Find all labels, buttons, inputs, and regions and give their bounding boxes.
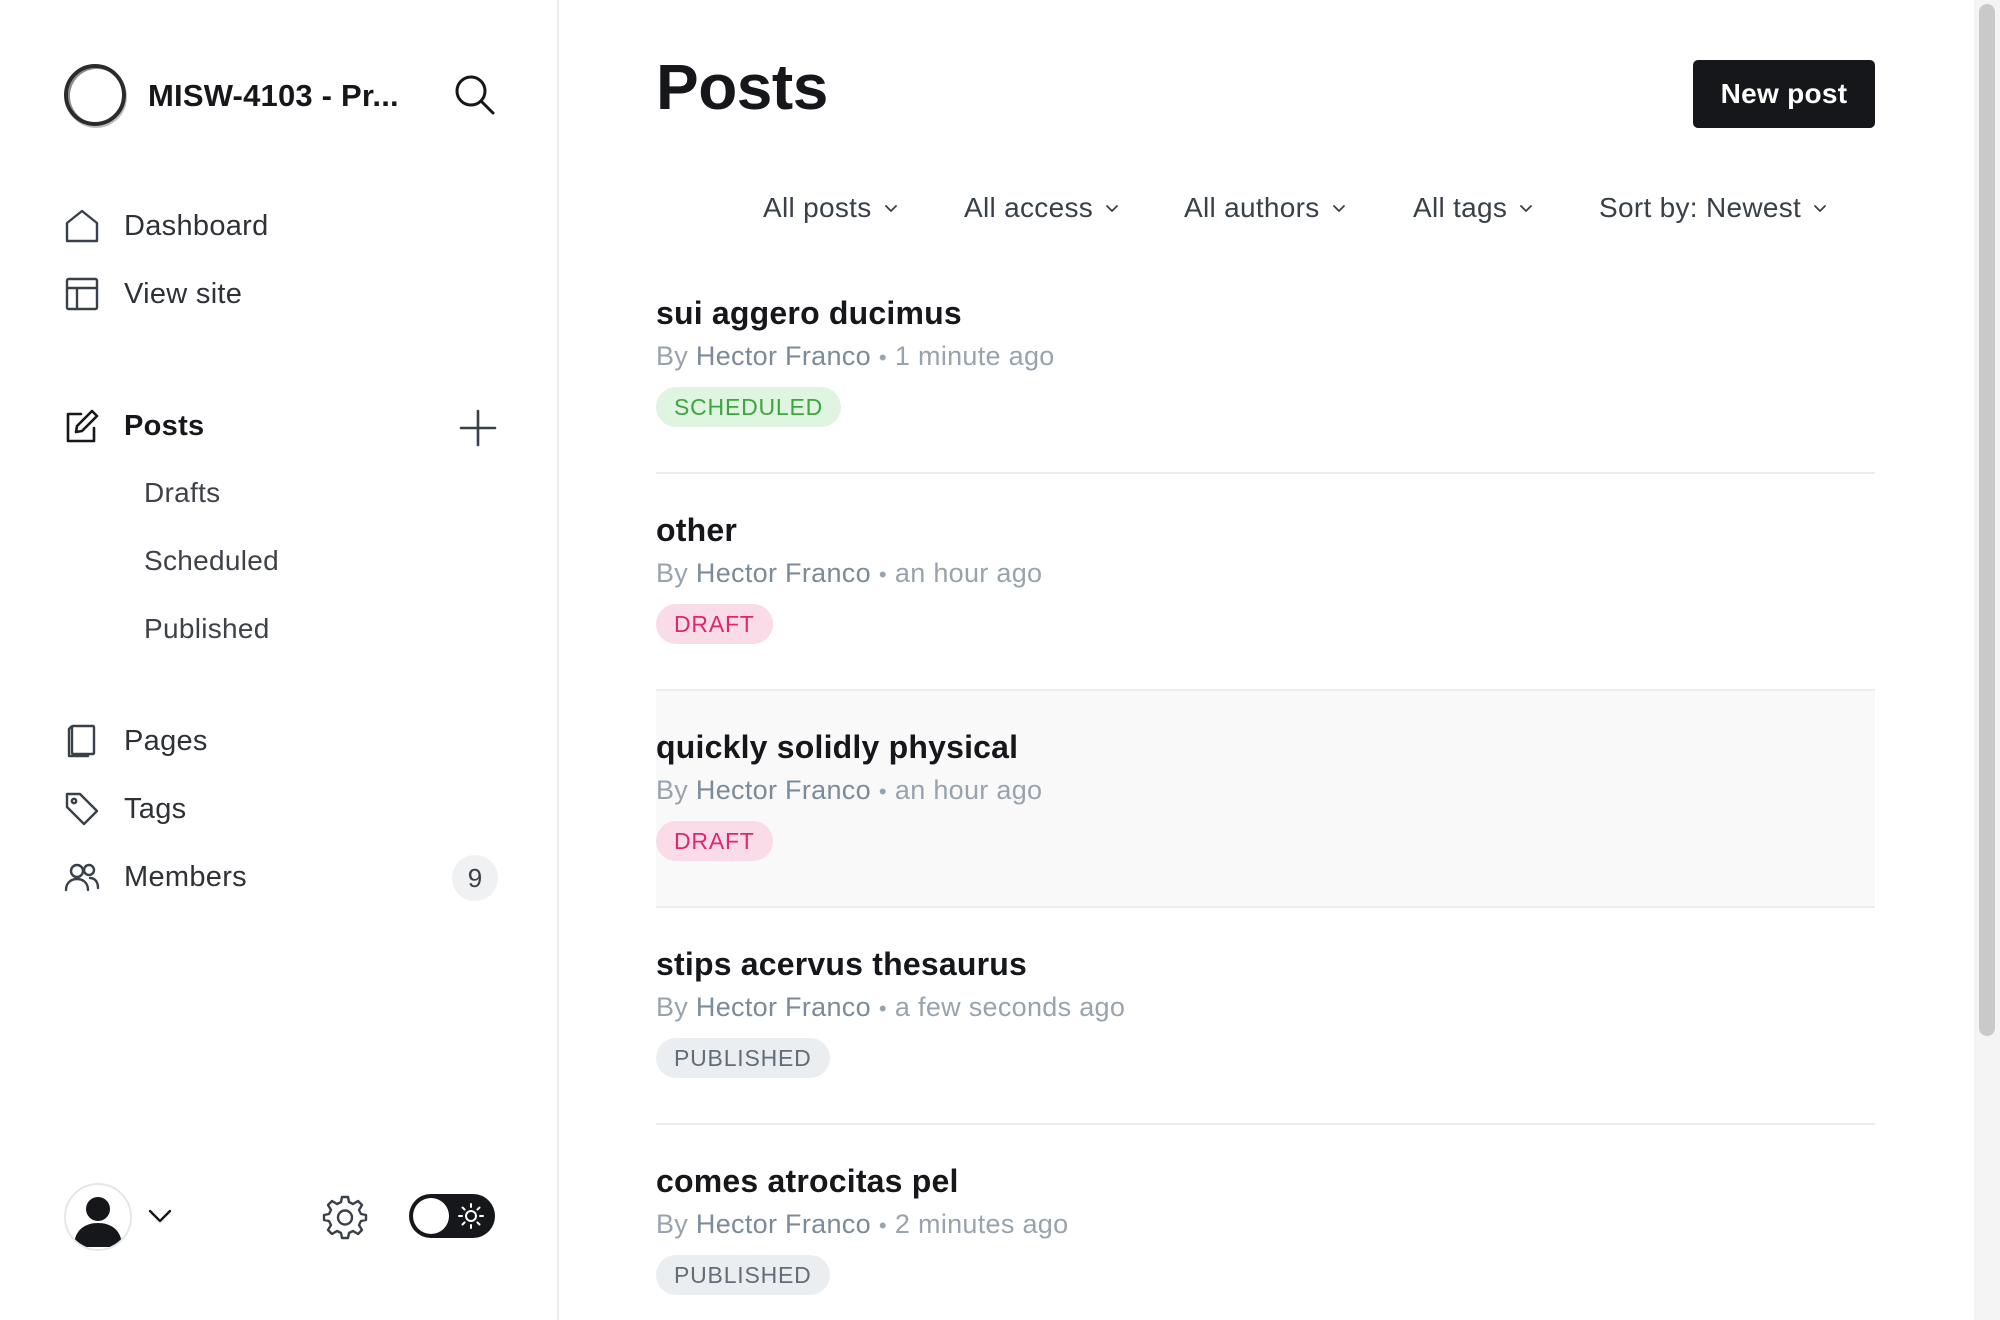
home-icon [64, 206, 124, 246]
post-time: 1 minute ago [894, 341, 1055, 371]
status-badge: PUBLISHED [656, 1255, 830, 1295]
edit-icon [64, 406, 124, 446]
post-by-label: By [656, 992, 689, 1022]
post-time: an hour ago [894, 775, 1043, 805]
meta-separator-dot: • [878, 1213, 887, 1238]
post-meta: By Hector Franco • an hour ago [656, 558, 1042, 589]
filter-access-dropdown[interactable]: All access [964, 188, 1121, 228]
sidebar-subitem-published[interactable]: Published [144, 605, 270, 653]
nav-item-tags[interactable]: Tags [64, 781, 504, 837]
post-meta: By Hector Franco • an hour ago [656, 775, 1042, 806]
user-avatar[interactable] [64, 1183, 132, 1251]
nav-label-members: Members [124, 860, 247, 893]
main-content: Posts New post All posts All access All … [561, 0, 1974, 1320]
layout-icon [64, 274, 124, 314]
theme-toggle[interactable] [409, 1194, 495, 1238]
new-post-button[interactable]: New post [1693, 60, 1875, 128]
post-author: Hector Franco [695, 992, 871, 1022]
chevron-down-icon [1332, 205, 1345, 212]
post-time: an hour ago [894, 558, 1043, 588]
post-list-item[interactable]: other By Hector Franco • an hour ago DRAFT [656, 474, 1875, 691]
page-title: Posts [656, 51, 828, 123]
chevron-down-icon [884, 205, 897, 212]
filter-authors-dropdown[interactable]: All authors [1184, 188, 1348, 228]
status-badge: SCHEDULED [656, 387, 842, 427]
sort-order-label: Sort by: Newest [1599, 192, 1802, 223]
site-brand: MISW-4103 - Pr... [64, 64, 504, 126]
filter-access-label: All access [964, 192, 1094, 223]
sidebar-subitem-drafts[interactable]: Drafts [144, 469, 220, 517]
nav-label-view-site: View site [124, 277, 243, 310]
post-by-label: By [656, 1209, 689, 1239]
chevron-down-icon [1814, 205, 1827, 212]
post-title[interactable]: comes atrocitas pel [656, 1163, 959, 1200]
search-icon[interactable] [452, 72, 498, 118]
theme-toggle-knob [413, 1198, 449, 1234]
filter-tags-label: All tags [1413, 192, 1508, 223]
add-post-icon[interactable] [458, 408, 498, 448]
chevron-down-icon[interactable] [146, 1202, 174, 1230]
status-badge: DRAFT [656, 604, 773, 644]
post-by-label: By [656, 775, 689, 805]
sort-order-dropdown[interactable]: Sort by: Newest [1599, 188, 1829, 228]
ghost-admin-app: MISW-4103 - Pr... Dashboard View site Po… [0, 0, 2000, 1320]
members-count-badge: 9 [452, 855, 498, 901]
nav-item-posts[interactable]: Posts [64, 398, 504, 454]
meta-separator-dot: • [878, 562, 887, 587]
meta-separator-dot: • [878, 779, 887, 804]
filter-type-label: All posts [763, 192, 872, 223]
sun-icon [458, 1203, 484, 1229]
meta-separator-dot: • [878, 996, 887, 1021]
nav-item-view-site[interactable]: View site [64, 266, 504, 322]
filter-type-dropdown[interactable]: All posts [763, 188, 900, 228]
members-icon [64, 857, 124, 897]
post-title[interactable]: other [656, 512, 737, 549]
post-list-item[interactable]: stips acervus thesaurus By Hector Franco… [656, 908, 1875, 1125]
post-title[interactable]: quickly solidly physical [656, 729, 1018, 766]
nav-label-tags: Tags [124, 792, 187, 825]
status-badge: DRAFT [656, 821, 773, 861]
post-title[interactable]: sui aggero ducimus [656, 295, 962, 332]
filter-authors-label: All authors [1184, 192, 1320, 223]
post-title[interactable]: stips acervus thesaurus [656, 946, 1027, 983]
status-badge: PUBLISHED [656, 1038, 830, 1078]
post-list-item[interactable]: quickly solidly physical By Hector Franc… [656, 691, 1875, 908]
post-author: Hector Franco [695, 341, 871, 371]
nav-label-posts: Posts [124, 409, 205, 442]
meta-separator-dot: • [878, 345, 887, 370]
nav-item-members[interactable]: Members [64, 849, 504, 905]
sidebar-subitem-scheduled[interactable]: Scheduled [144, 537, 279, 585]
post-author: Hector Franco [695, 1209, 871, 1239]
sidebar: MISW-4103 - Pr... Dashboard View site Po… [0, 0, 559, 1320]
chevron-down-icon [1106, 205, 1118, 212]
post-time: 2 minutes ago [894, 1209, 1069, 1239]
page-icon [64, 721, 124, 761]
post-by-label: By [656, 558, 689, 588]
tag-icon [64, 789, 124, 829]
nav-item-dashboard[interactable]: Dashboard [64, 198, 504, 254]
post-meta: By Hector Franco • 2 minutes ago [656, 1209, 1068, 1240]
post-meta: By Hector Franco • a few seconds ago [656, 992, 1125, 1023]
post-by-label: By [656, 341, 689, 371]
post-time: a few seconds ago [894, 992, 1126, 1022]
gear-icon[interactable] [322, 1194, 368, 1240]
user-avatar-icon [74, 1197, 122, 1247]
filter-tags-dropdown[interactable]: All tags [1413, 188, 1535, 228]
nav-label-pages: Pages [124, 724, 208, 757]
chevron-down-icon [1520, 205, 1533, 212]
post-meta: By Hector Franco • 1 minute ago [656, 341, 1055, 372]
post-author: Hector Franco [695, 558, 871, 588]
site-title[interactable]: MISW-4103 - Pr... [148, 78, 428, 114]
post-author: Hector Franco [695, 775, 871, 805]
post-list-item[interactable]: comes atrocitas pel By Hector Franco • 2 m… [656, 1125, 1875, 1320]
post-list-item[interactable]: sui aggero ducimus By Hector Franco • 1 mi… [656, 257, 1875, 474]
site-logo-icon[interactable] [64, 64, 126, 126]
nav-item-pages[interactable]: Pages [64, 713, 504, 769]
nav-label-dashboard: Dashboard [124, 209, 269, 242]
scrollbar-thumb[interactable] [1979, 4, 1995, 1036]
